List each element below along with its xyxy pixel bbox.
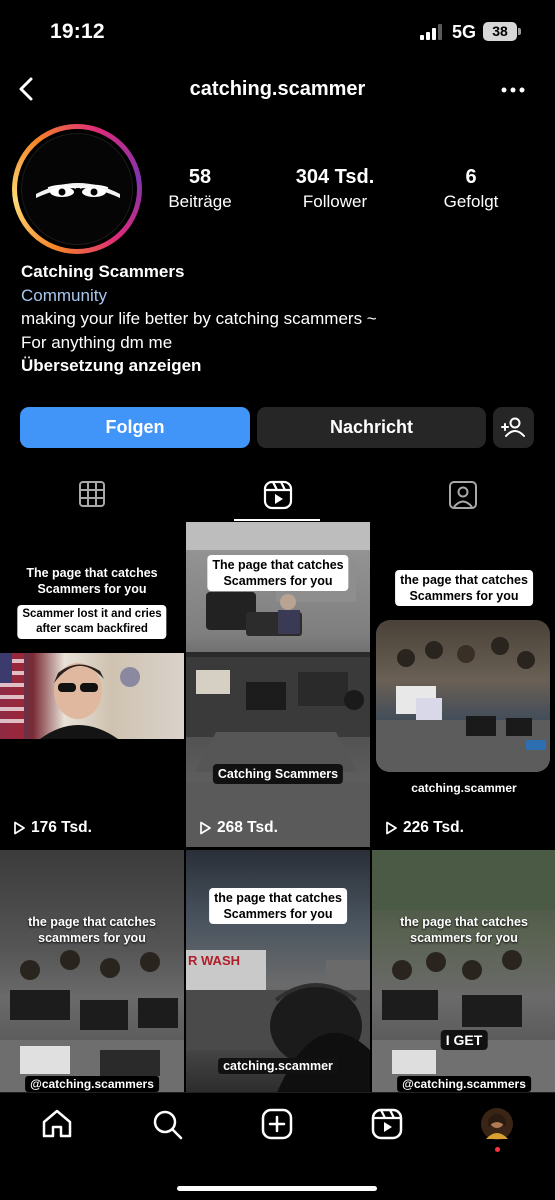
reel-thumbnail[interactable]: R WASH the page that catches Scammers fo…	[186, 850, 370, 1095]
active-tab-indicator	[234, 519, 320, 521]
reel-caption: the page that catches Scammers for you	[395, 570, 533, 606]
reel-thumbnail[interactable]: the page that catches scammers for you @…	[0, 850, 184, 1095]
view-count: 176 Tsd.	[12, 819, 92, 837]
posts-label: Beiträge	[168, 192, 232, 211]
reel-caption: the page that catches Scammers for you	[209, 888, 347, 924]
more-options-icon[interactable]	[496, 74, 530, 104]
reel-frame	[0, 653, 184, 739]
follow-button[interactable]: Folgen	[20, 407, 250, 448]
play-icon	[386, 821, 397, 835]
profile-avatar[interactable]	[480, 1107, 514, 1141]
reels-icon[interactable]	[370, 1107, 404, 1141]
reel-thumbnail[interactable]: The page that catches Scammers for you C…	[186, 522, 370, 847]
reels-icon	[263, 480, 293, 510]
suggest-people-button[interactable]	[493, 407, 534, 448]
reel-caption: The page that catches Scammers for you	[207, 555, 349, 591]
reel-overlay-text: Catching Scammers	[212, 764, 344, 784]
tagged-icon	[449, 481, 477, 509]
create-icon[interactable]	[260, 1107, 294, 1141]
network-type: 5G	[452, 22, 477, 42]
reel-caption: the page that catches scammers for you	[28, 915, 156, 945]
reel-thumbnail[interactable]: The page that catches Scammers for you S…	[0, 522, 184, 847]
reel-thumbnail[interactable]: the page that catches Scammers for you c…	[372, 522, 555, 847]
category-label[interactable]: Community	[21, 284, 541, 308]
display-name: Catching Scammers	[21, 262, 185, 281]
signal-icon	[420, 24, 442, 40]
tab-posts[interactable]	[0, 470, 185, 522]
tab-tagged[interactable]	[370, 470, 555, 522]
grid-icon	[79, 481, 105, 507]
following-value: 6	[465, 166, 477, 188]
reel-frame	[372, 850, 555, 1095]
message-button[interactable]: Nachricht	[257, 407, 486, 448]
reel-overlay-text: I GET	[440, 1030, 488, 1050]
reel-watermark: @catching.scammers	[25, 1076, 159, 1092]
translate-link[interactable]: Übersetzung anzeigen	[21, 354, 541, 378]
followers-label: Follower	[302, 192, 368, 211]
reel-watermark: catching.scammer	[218, 1058, 338, 1074]
bio-line: For anything dm me	[21, 332, 173, 352]
svg-text:R WASH: R WASH	[188, 953, 240, 968]
reel-subcaption: Scammer lost it and cries after scam bac…	[17, 605, 167, 639]
notification-dot	[495, 1147, 500, 1152]
profile-avatar	[21, 133, 133, 245]
reel-caption: The page that catches Scammers for you	[26, 566, 158, 596]
profile-header-bar: catching.scammer	[0, 62, 555, 118]
reels-grid: The page that catches Scammers for you S…	[0, 522, 555, 1095]
home-icon[interactable]	[40, 1107, 74, 1141]
bottom-nav	[0, 1092, 555, 1200]
add-person-icon	[501, 417, 525, 437]
story-ring[interactable]	[12, 124, 142, 254]
status-time: 19:12	[50, 20, 105, 43]
posts-value: 58	[188, 166, 212, 188]
followers-count[interactable]: 304 Tsd. Follower	[275, 166, 395, 212]
tab-reels[interactable]	[185, 470, 370, 522]
following-label: Gefolgt	[443, 192, 499, 211]
reel-frame	[0, 850, 184, 1095]
reel-thumbnail[interactable]: the page that catches scammers for you I…	[372, 850, 555, 1095]
view-count: 226 Tsd.	[384, 819, 464, 837]
status-bar: 19:12 5G 38	[0, 0, 555, 62]
followers-value: 304 Tsd.	[295, 166, 375, 188]
search-icon[interactable]	[150, 1107, 184, 1141]
reel-watermark: catching.scammer	[411, 781, 517, 795]
following-count[interactable]: 6 Gefolgt	[411, 166, 531, 212]
reel-watermark: @catching.scammers	[397, 1076, 531, 1092]
home-indicator	[177, 1186, 377, 1191]
play-icon	[14, 821, 25, 835]
masked-eyes-logo	[36, 183, 120, 198]
view-count: 268 Tsd.	[198, 819, 278, 837]
reel-frame	[376, 620, 550, 772]
play-icon	[200, 821, 211, 835]
profile-username: catching.scammer	[189, 78, 366, 100]
bio-line: making your life better by catching scam…	[21, 309, 377, 328]
reel-caption: the page that catches scammers for you	[400, 915, 528, 945]
profile-bio: Catching Scammers Community making your …	[21, 260, 541, 378]
profile-tabs	[0, 470, 555, 522]
posts-count[interactable]: 58 Beiträge	[140, 166, 260, 212]
battery-icon: 38	[483, 22, 521, 41]
